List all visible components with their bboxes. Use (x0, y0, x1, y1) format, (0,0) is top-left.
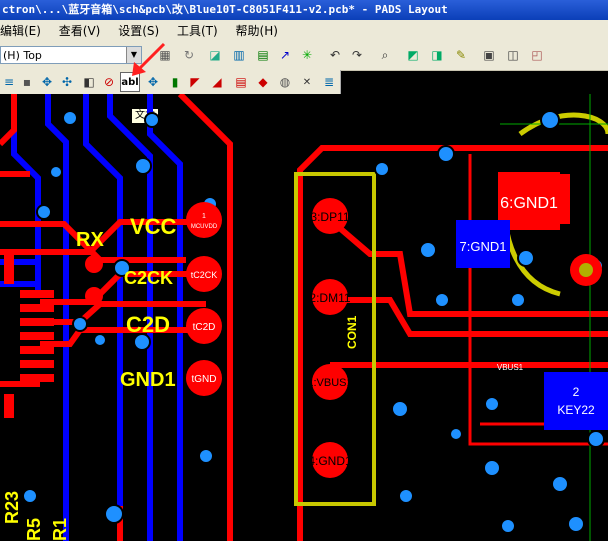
zoom-icon[interactable]: ⌕ (376, 46, 394, 64)
silk-r23: R23 (2, 491, 22, 524)
through-pads (85, 198, 602, 478)
key22-pad (544, 372, 608, 430)
pad-3-dp11: 3:DP11 (310, 210, 349, 224)
dxf-icon[interactable]: ✕ (298, 73, 316, 91)
view-icon[interactable]: ◩ (404, 46, 422, 64)
cutout-icon[interactable]: ✣ (58, 73, 76, 91)
design-toolbar-icon[interactable]: ◪ (206, 46, 224, 64)
reports-icon[interactable]: ≣ (320, 73, 338, 91)
silk-r5: R5 (24, 518, 44, 541)
red-traces (0, 94, 608, 541)
menu-edit[interactable]: 编辑(E) (0, 24, 41, 38)
view-nets-icon[interactable]: ◨ (428, 46, 446, 64)
pad-1-vbus1: 1:VBUS1 (307, 377, 352, 389)
redo-icon[interactable]: ↷ (348, 46, 366, 64)
keepout-icon[interactable]: ⊘ (100, 73, 118, 91)
silk-gnd1: GND1 (120, 369, 176, 391)
redraw-icon[interactable]: ↻ (180, 46, 198, 64)
menu-view[interactable]: 查看(V) (59, 24, 101, 38)
key22-label: KEY22 (557, 403, 595, 417)
dimension-align-icon[interactable]: ◆ (254, 73, 272, 91)
net-label-gnd: tGND (192, 374, 217, 385)
select-icon[interactable]: ≡ (0, 73, 18, 91)
vbus1-net: VBUS1 (497, 363, 524, 372)
red-arrow-icon (132, 42, 166, 76)
properties-icon[interactable]: ▣ (480, 46, 498, 64)
silk-c2ck: C2CK (124, 268, 173, 288)
net-label-c2ck: tC2CK (191, 270, 218, 280)
library-icon[interactable]: ◫ (504, 46, 522, 64)
board-outline-icon[interactable]: ◧ (80, 73, 98, 91)
copper-icon[interactable]: ✥ (38, 73, 56, 91)
part-6-gnd1: 6:GND1 (500, 195, 558, 212)
silk-vcc: VCC (130, 214, 177, 239)
undo-icon[interactable]: ↶ (326, 46, 344, 64)
pcb-canvas[interactable]: VCC C2CK C2D GND1 RX R23 R5 R1 CON1 3:DP… (0, 94, 608, 541)
key-pin-number: 2 (573, 385, 580, 399)
net-label-1: 1 (202, 213, 206, 220)
menubar: 编辑(E) 查看(V) 设置(S) 工具(T) 帮助(H) (0, 20, 608, 42)
pad-2-dm11: 2:DM11 (309, 291, 350, 305)
net-label-mcuvdd: MCUVDD (191, 224, 218, 230)
pads-logo-icon[interactable]: ◰ (528, 46, 546, 64)
import-icon[interactable]: ◍ (276, 73, 294, 91)
ecco-icon[interactable]: ▥ (230, 46, 248, 64)
menu-help[interactable]: 帮助(H) (236, 24, 278, 38)
window-title: ctron\...\蓝牙音箱\sch&pcb\改\Blue10T-C8051F4… (0, 0, 608, 20)
silk-rx: RX (76, 229, 104, 251)
dimension-auto-icon[interactable]: ◤ (186, 73, 204, 91)
silk-c2d: C2D (126, 312, 170, 337)
shape-icon[interactable]: ▪ (18, 73, 36, 91)
part-7-gnd1: 7:GND1 (460, 239, 507, 254)
silk-r1: R1 (50, 518, 70, 541)
pad-4-gnd1: 4:GND1 (308, 454, 352, 468)
drafting-icon[interactable]: ▤ (254, 46, 272, 64)
net-label-c2d: tC2D (193, 322, 216, 333)
menu-setup[interactable]: 设置(S) (118, 24, 159, 38)
dimension-icon[interactable]: ✳ (298, 46, 316, 64)
brush-icon[interactable]: ✎ (452, 46, 470, 64)
dimension-vert-icon[interactable]: ▤ (232, 73, 250, 91)
layer-select-value: (H) Top (3, 49, 42, 62)
con1-label: CON1 (345, 315, 359, 349)
dimension-horiz-icon[interactable]: ◢ (208, 73, 226, 91)
menu-tools[interactable]: 工具(T) (177, 24, 218, 38)
route-icon[interactable]: ↗ (276, 46, 294, 64)
